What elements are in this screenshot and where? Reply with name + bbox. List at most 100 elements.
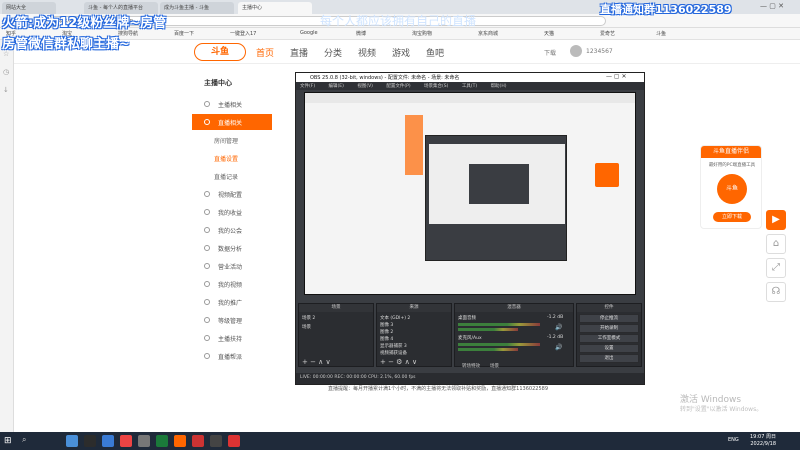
source-item[interactable]: 文本 (GDI+) 2 xyxy=(380,315,410,321)
taskbar-app-icon[interactable] xyxy=(66,435,78,447)
recursive-obs-preview xyxy=(425,135,567,261)
input-language[interactable]: ENG xyxy=(728,437,739,443)
menu-dot-icon xyxy=(204,263,210,269)
obs-menu-item[interactable]: 配置文件(P) xyxy=(386,84,410,89)
volume-meter xyxy=(458,323,540,326)
taskbar-app-icon[interactable] xyxy=(102,435,114,447)
bookmark[interactable]: 爱奇艺 xyxy=(600,30,615,37)
taskbar-app-icon[interactable] xyxy=(192,435,204,447)
settings-button[interactable]: 设置 xyxy=(579,344,639,353)
menu-item[interactable]: 数据分析 xyxy=(192,240,272,256)
taskbar-app-icon[interactable] xyxy=(120,435,132,447)
nav-video[interactable]: 视频 xyxy=(358,46,376,59)
obs-menu-item[interactable]: 文件(F) xyxy=(300,84,315,89)
obs-menu-item[interactable]: 视图(V) xyxy=(357,84,373,89)
volume-slider[interactable] xyxy=(458,328,518,331)
menu-dot-icon xyxy=(204,227,210,233)
studio-mode-button[interactable]: 工作室模式 xyxy=(579,334,639,343)
submenu-item[interactable]: 房间管理 xyxy=(192,132,272,148)
menu-item[interactable]: 主播相关 xyxy=(192,96,272,112)
submenu-item-live-settings[interactable]: 直播设置 xyxy=(192,150,272,166)
avatar[interactable] xyxy=(570,45,582,57)
bookmark[interactable]: 一键登入17 xyxy=(230,30,256,37)
menu-item[interactable]: 主播扶持 xyxy=(192,330,272,346)
play-icon[interactable]: ▶ xyxy=(766,210,786,230)
transition-scene-tab[interactable]: 场景 xyxy=(490,363,499,369)
window-controls[interactable]: — ▢ ✕ xyxy=(760,2,784,10)
taskbar-app-icon[interactable] xyxy=(174,435,186,447)
clock-icon[interactable]: ◷ xyxy=(3,68,9,76)
username[interactable]: 1234567 xyxy=(586,48,613,55)
menu-item[interactable]: 等级管理 xyxy=(192,312,272,328)
obs-title-bar[interactable]: OBS 25.0.8 (32-bit, windows) - 配置文件: 未命名… xyxy=(296,73,644,82)
nav-live[interactable]: 直播 xyxy=(290,46,308,59)
menu-item[interactable]: 我的公会 xyxy=(192,222,272,238)
obs-menu-item[interactable]: 编辑(E) xyxy=(329,84,344,89)
menu-item[interactable]: 直播帮派 xyxy=(192,348,272,364)
windows-start-icon[interactable]: ⊞ xyxy=(4,436,14,446)
obs-menu-item[interactable]: 场景集合(S) xyxy=(424,84,448,89)
search-icon[interactable]: ⌕ xyxy=(22,435,62,447)
download-link[interactable]: 下载 xyxy=(544,48,556,57)
stop-streaming-button[interactable]: 停止推流 xyxy=(579,314,639,323)
bookmark[interactable]: Google xyxy=(300,30,318,36)
menu-item[interactable]: 视频配置 xyxy=(192,186,272,202)
menu-label: 我的推广 xyxy=(218,300,243,307)
download-icon[interactable]: ↓ xyxy=(3,86,9,94)
home-icon[interactable]: ⌂ xyxy=(766,234,786,254)
bookmark[interactable]: 斗鱼 xyxy=(656,30,666,37)
tab-streamer-center[interactable]: 主播中心 xyxy=(238,2,312,14)
source-item[interactable]: 显示器捕获 3 xyxy=(380,343,407,349)
companion-app-promo[interactable]: 斗鱼直播伴侣 最好用的PC端直播工具 斗鱼 立即下载 xyxy=(700,145,762,229)
obs-menu-item[interactable]: 帮助(H) xyxy=(491,84,507,89)
taskbar-app-icon[interactable] xyxy=(228,435,240,447)
obs-menu-item[interactable]: 工具(T) xyxy=(462,84,477,89)
menu-item[interactable]: 我的收益 xyxy=(192,204,272,220)
taskbar-app-icon[interactable] xyxy=(84,435,96,447)
scene-item[interactable]: 场景 xyxy=(302,324,311,330)
headset-icon[interactable]: ☊ xyxy=(766,282,786,302)
bookmark[interactable]: 百度一下 xyxy=(174,30,194,37)
nav-category[interactable]: 分类 xyxy=(324,46,342,59)
bookmark[interactable]: 京东商城 xyxy=(478,30,498,37)
submenu-item[interactable]: 直播记录 xyxy=(192,168,272,184)
menu-item-live[interactable]: 直播相关 xyxy=(192,114,272,130)
transition-tab[interactable]: 转场特效 xyxy=(462,363,480,369)
source-add-remove-icons[interactable]: + − ⚙ ∧ ∨ xyxy=(380,358,417,366)
volume-meter xyxy=(458,343,540,346)
nav-home[interactable]: 首页 xyxy=(256,46,274,59)
volume-slider[interactable] xyxy=(458,348,518,351)
menu-item[interactable]: 我的推广 xyxy=(192,294,272,310)
tab-become-streamer[interactable]: 成为斗鱼主播 - 斗鱼 xyxy=(160,2,234,14)
expand-icon[interactable]: ⤢ xyxy=(766,258,786,278)
douyu-logo[interactable]: 斗鱼 xyxy=(194,43,246,61)
speaker-icon[interactable]: 🔊 xyxy=(555,344,562,351)
scene-item[interactable]: 场景 2 xyxy=(302,315,315,321)
nested-window xyxy=(469,164,529,204)
nav-fishbar[interactable]: 鱼吧 xyxy=(426,46,444,59)
bookmark[interactable]: 微博 xyxy=(356,30,366,37)
source-item[interactable]: 视频捕获设备 xyxy=(380,350,407,356)
obs-window-controls[interactable]: — ▢ ✕ xyxy=(606,73,627,80)
menu-item[interactable]: 营业活动 xyxy=(192,258,272,274)
exit-button[interactable]: 退出 xyxy=(579,354,639,363)
source-item[interactable]: 图像 3 xyxy=(380,322,393,328)
menu-item[interactable]: 我的视频 xyxy=(192,276,272,292)
taskbar-app-icon[interactable] xyxy=(210,435,222,447)
bookmark[interactable]: 淘宝购物 xyxy=(412,30,432,37)
taskbar-app-icon[interactable] xyxy=(156,435,168,447)
nav-games[interactable]: 游戏 xyxy=(392,46,410,59)
source-item[interactable]: 图像 4 xyxy=(380,336,393,342)
stream-caption-top-right: 直播通知群1136022589 xyxy=(600,3,732,16)
start-recording-button[interactable]: 开始录制 xyxy=(579,324,639,333)
source-item[interactable]: 图像 2 xyxy=(380,329,393,335)
promo-download-button[interactable]: 立即下载 xyxy=(713,212,751,222)
scene-add-remove-icons[interactable]: + − ∧ ∨ xyxy=(302,358,331,366)
system-clock[interactable]: 19:07 周日 2022/9/18 xyxy=(750,434,776,448)
speaker-icon[interactable]: 🔊 xyxy=(555,324,562,331)
taskbar-app-icon[interactable] xyxy=(138,435,150,447)
obs-preview[interactable] xyxy=(304,92,636,295)
dock-title: 场景 xyxy=(299,304,373,312)
bookmark[interactable]: 天猫 xyxy=(544,30,554,37)
obs-window[interactable]: OBS 25.0.8 (32-bit, windows) - 配置文件: 未命名… xyxy=(295,72,645,385)
